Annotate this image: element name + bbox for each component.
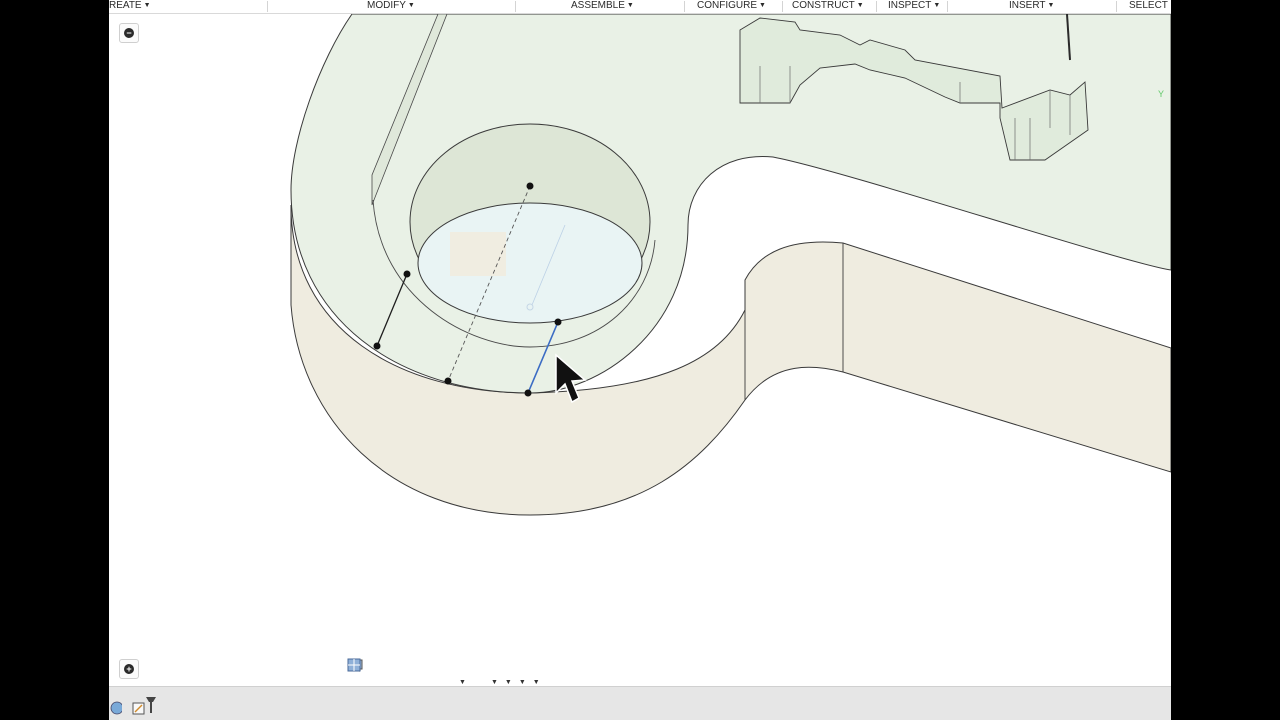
- viewports-button[interactable]: ▼: [347, 658, 542, 686]
- timeline-feature-icon[interactable]: [110, 701, 122, 715]
- toolbar-divider: [267, 1, 268, 12]
- sketch-point: [373, 342, 381, 350]
- inspect-caret-icon: ▼: [933, 2, 941, 9]
- viewports-icon: [347, 658, 361, 672]
- toolbar-divider: [782, 1, 783, 12]
- timeline-bar: [109, 686, 1171, 720]
- assemble-caret-icon: ▼: [626, 2, 634, 9]
- fit-caret-icon: ▼: [490, 678, 498, 686]
- fusion-app-window: REATE ▼ MODIFY ▼ ASSEMBLE ▼ CONFIGURE ▼ CONS…: [109, 0, 1171, 720]
- model-viewport[interactable]: Y − + ▼ ▼ ▼ ▼ ▼: [109, 14, 1171, 686]
- toolbar-divider: [876, 1, 877, 12]
- pan-button[interactable]: [349, 659, 480, 686]
- toolbar-divider: [515, 1, 516, 12]
- select-caret-icon: ▼: [1170, 2, 1171, 9]
- look-at-button[interactable]: [348, 660, 474, 686]
- configure-menu-label: CONFIGURE: [697, 0, 757, 11]
- construct-caret-icon: ▼: [856, 2, 864, 9]
- configure-menu[interactable]: CONFIGURE ▼: [697, 0, 766, 13]
- sketch-point: [403, 270, 411, 278]
- inspect-menu[interactable]: INSPECT ▼: [888, 0, 940, 13]
- assemble-menu-label: ASSEMBLE: [571, 0, 625, 11]
- modify-caret-icon: ▼: [407, 2, 415, 9]
- create-menu[interactable]: REATE ▼: [109, 0, 151, 13]
- modify-menu-label: MODIFY: [367, 0, 406, 11]
- orbit-button[interactable]: ▼: [348, 659, 468, 686]
- plus-icon: +: [124, 664, 134, 674]
- select-menu-label: SELECT: [1129, 0, 1168, 11]
- insert-menu[interactable]: INSERT ▼: [1009, 0, 1054, 13]
- model-canvas[interactable]: Y: [109, 14, 1171, 686]
- minus-icon: −: [124, 28, 134, 38]
- assemble-menu[interactable]: ASSEMBLE ▼: [571, 0, 634, 13]
- insert-caret-icon: ▼: [1047, 2, 1055, 9]
- grid-snap-button[interactable]: ▼: [347, 658, 528, 686]
- display-caret-icon: ▼: [504, 678, 512, 686]
- orbit-caret-icon: ▼: [459, 678, 466, 686]
- construct-menu-label: CONSTRUCT: [792, 0, 855, 11]
- viewports-caret-icon: ▼: [532, 678, 540, 686]
- create-caret-icon: ▼: [143, 2, 151, 9]
- inspect-menu-label: INSPECT: [888, 0, 932, 11]
- toolbar-divider: [947, 1, 948, 12]
- timeline-marker-icon[interactable]: [145, 697, 157, 713]
- toolbar-divider: [1116, 1, 1117, 12]
- sketch-point: [526, 182, 534, 190]
- grid-caret-icon: ▼: [518, 678, 526, 686]
- modify-menu[interactable]: MODIFY ▼: [367, 0, 415, 13]
- zoom-button[interactable]: [348, 659, 486, 686]
- browser-collapse-button[interactable]: −: [119, 23, 139, 43]
- construct-menu[interactable]: CONSTRUCT ▼: [792, 0, 864, 13]
- select-menu[interactable]: SELECT▼: [1129, 0, 1171, 13]
- insert-menu-label: INSERT: [1009, 0, 1046, 11]
- create-menu-label: REATE: [109, 0, 142, 11]
- comments-expand-button[interactable]: +: [119, 659, 139, 679]
- axis-y-label: Y: [1158, 89, 1164, 99]
- sketch-point: [554, 318, 562, 326]
- configure-caret-icon: ▼: [759, 2, 766, 9]
- toolbar: REATE ▼ MODIFY ▼ ASSEMBLE ▼ CONFIGURE ▼ CONS…: [109, 0, 1171, 14]
- sketch-point: [524, 389, 532, 397]
- sketch-point: [444, 377, 452, 385]
- navigation-bar: ▼ ▼ ▼ ▼ ▼: [347, 658, 542, 686]
- display-settings-button[interactable]: ▼: [347, 659, 514, 686]
- fit-button[interactable]: ▼: [348, 659, 500, 686]
- toolbar-divider: [684, 1, 685, 12]
